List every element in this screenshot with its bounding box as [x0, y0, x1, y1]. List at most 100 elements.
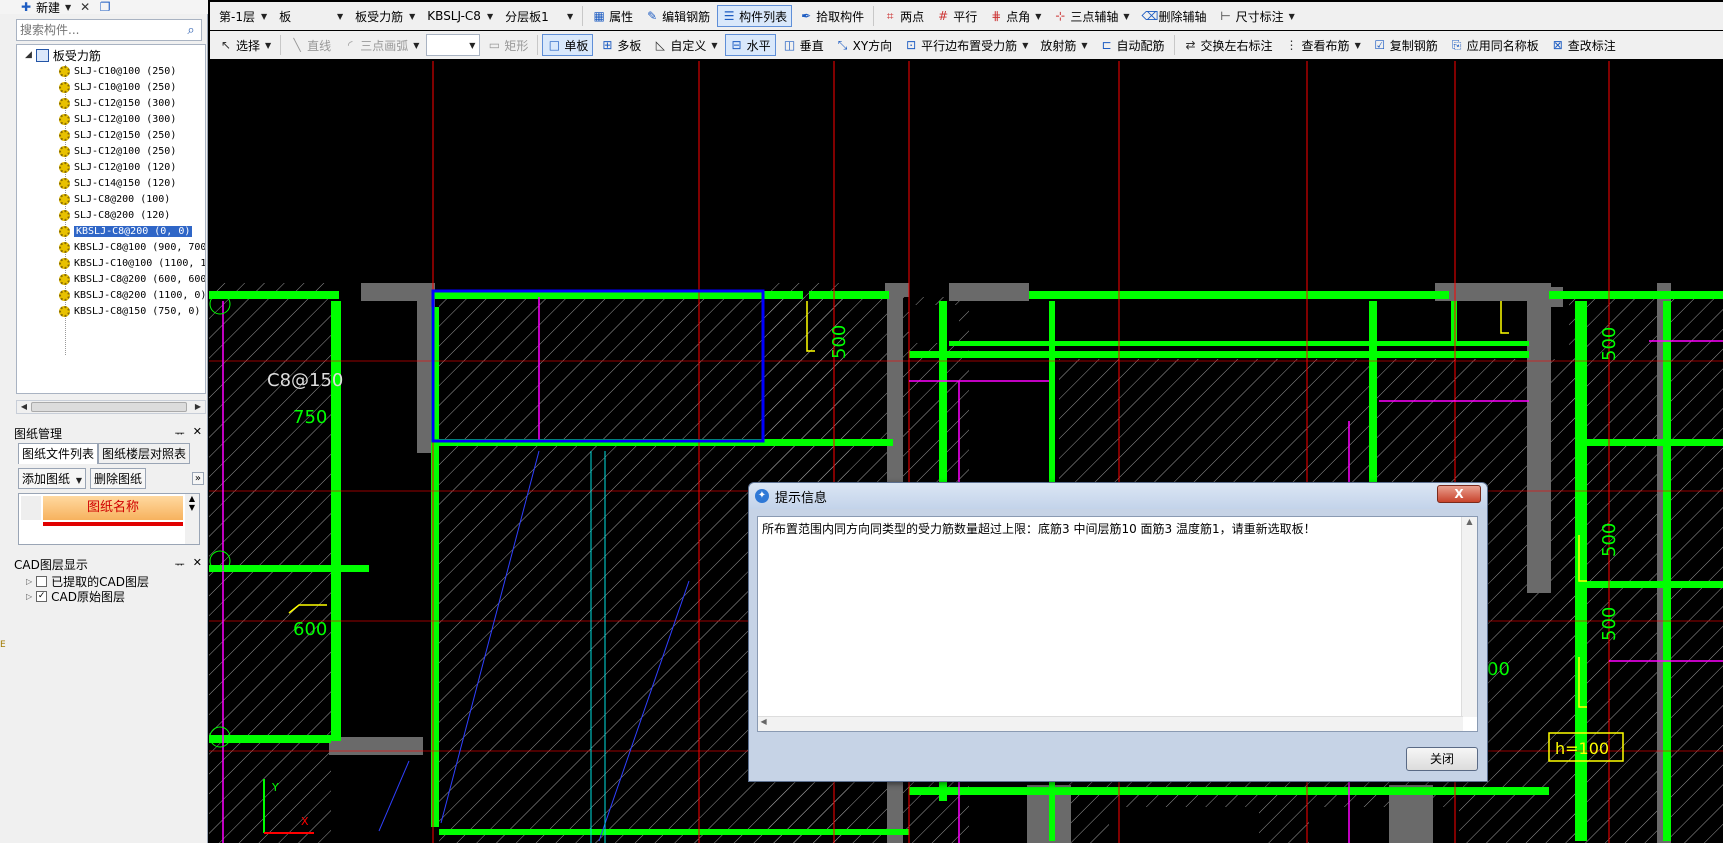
cad-layer-item[interactable]: ▷ ✓ CAD原始图层 — [26, 589, 149, 604]
table-scrollbar[interactable]: ▲ ▼ — [185, 494, 199, 544]
cad-panel-title-text: CAD图层显示 — [14, 557, 88, 572]
tab-floor-mapping[interactable]: 图纸楼层对照表 — [98, 443, 191, 464]
expand-icon[interactable]: ▷ — [26, 592, 32, 601]
edge-marker: E — [0, 640, 6, 650]
search-input[interactable] — [17, 21, 181, 39]
search-icon[interactable]: ⌕ — [181, 23, 201, 38]
dimension-button[interactable]: ⊢ 尺寸标注 ▼ — [1214, 5, 1300, 27]
chevron-down-icon: ▼ — [566, 11, 574, 21]
cad-panel-title: CAD图层显示 ᅲ ✕ — [14, 556, 206, 572]
layer-select[interactable]: 分层板1 ▼ — [500, 5, 578, 27]
close-icon[interactable]: ✕ — [193, 425, 202, 441]
parallel-edge-button[interactable]: ⊡ 平行边布置受力筋 ▼ — [899, 34, 1033, 56]
cad-layer-item[interactable]: ▷ 已提取的CAD图层 — [26, 574, 149, 589]
gear-icon — [59, 225, 70, 237]
swap-labels-button[interactable]: ⇄ 交换左右标注 — [1179, 34, 1278, 56]
multi-slab-icon: ⊞ — [602, 38, 613, 52]
pin-icon[interactable]: ᅲ — [175, 425, 185, 441]
message-horizontal-scrollbar[interactable]: ◀ — [758, 716, 1463, 731]
pick-component-button[interactable]: ✒ 拾取构件 — [794, 5, 869, 27]
select-button[interactable]: ↖ 选择 ▼ — [214, 34, 276, 56]
collapse-icon[interactable]: ◢ — [25, 50, 32, 60]
tree-root[interactable]: ◢ 板受力筋 — [25, 47, 101, 63]
tree-item[interactable]: SLJ-C8@200 (100) — [59, 191, 205, 207]
delete-drawing-button[interactable]: 删除图纸 — [90, 467, 147, 489]
component-type-select[interactable]: 板受力筋 ▼ — [350, 5, 420, 27]
tree-item[interactable]: SLJ-C10@100 (250) — [59, 63, 205, 79]
custom-button[interactable]: ◺ 自定义 ▼ — [648, 34, 722, 56]
radial-rebar-button[interactable]: 放射筋 ▼ — [1035, 34, 1092, 56]
tree-item[interactable]: KBSLJ-C8@200 (600, 600) — [59, 271, 205, 287]
component-select[interactable]: KBSLJ-C8 ▼ — [422, 5, 498, 27]
properties-button[interactable]: ▦ 属性 — [587, 5, 638, 27]
chevron-down-icon: ▼ — [1035, 11, 1042, 21]
tree-item[interactable]: KBSLJ-C8@200 (1100, 0) — [59, 287, 205, 303]
chevron-down-icon: ▼ — [413, 40, 420, 50]
tree-items: SLJ-C10@100 (250) SLJ-C10@100 (250) SLJ-C1… — [59, 63, 205, 319]
tree-item[interactable]: SLJ-C12@150 (300) — [59, 95, 205, 111]
tree-item[interactable]: SLJ-C12@100 (250) — [59, 143, 205, 159]
floor-select[interactable]: 第-1层 ▼ — [214, 5, 272, 27]
tree-item[interactable]: SLJ-C8@200 (120) — [59, 207, 205, 223]
thickness-label: h=100 — [1555, 739, 1609, 758]
copy-rebar-button[interactable]: ☑ 复制钢筋 — [1368, 34, 1443, 56]
tree-item[interactable]: KBSLJ-C8@150 (750, 0) — [59, 303, 205, 319]
arc-button[interactable]: ◜ 三点画弧 ▼ — [338, 34, 424, 56]
scroll-right-icon[interactable]: ▶ — [192, 401, 204, 413]
layer-checkbox[interactable] — [36, 576, 48, 587]
parallel-axis-button[interactable]: # 平行 — [931, 5, 982, 27]
auto-rebar-button[interactable]: ⊏ 自动配筋 — [1095, 34, 1170, 56]
more-icon[interactable]: » — [191, 471, 204, 485]
close-button[interactable]: 关闭 — [1406, 747, 1478, 771]
tree-item[interactable]: KBSLJ-C10@100 (1100, 11 — [59, 255, 205, 271]
dialog-message: 所布置范围内同方向同类型的受力筋数量超过上限：底筋3 中间层筋10 面筋3 温度… — [762, 522, 1316, 536]
scroll-thumb[interactable] — [31, 402, 187, 412]
copy-icon[interactable]: ❐ — [98, 0, 112, 14]
tree-item[interactable]: SLJ-C14@150 (120) — [59, 175, 205, 191]
scroll-left-icon[interactable]: ◀ — [18, 401, 30, 413]
category-select[interactable]: 板 ▼ — [274, 5, 348, 27]
column-header-name[interactable]: 图纸名称 — [43, 496, 183, 520]
tab-drawing-files[interactable]: 图纸文件列表 — [18, 443, 99, 464]
edit-rebar-button[interactable]: ✎ 编辑钢筋 — [640, 5, 715, 27]
tree-item[interactable]: SLJ-C12@150 (250) — [59, 127, 205, 143]
multi-slab-button[interactable]: ⊞ 多板 — [595, 34, 646, 56]
line-button[interactable]: ╲ 直线 — [285, 34, 336, 56]
message-vertical-scrollbar[interactable]: ▲ — [1461, 517, 1477, 717]
component-list-button[interactable]: ☰ 构件列表 — [717, 5, 793, 27]
tree-item[interactable]: SLJ-C10@100 (250) — [59, 79, 205, 95]
close-icon[interactable]: ✕ — [193, 556, 202, 572]
expand-icon[interactable]: ▷ — [26, 577, 32, 586]
rebar-spec-label: C8@150 — [267, 370, 343, 391]
view-rebar-button[interactable]: ⋮ 查看布筋 ▼ — [1280, 34, 1366, 56]
pin-icon[interactable]: ᅲ — [175, 556, 185, 572]
dialog-titlebar[interactable]: ✦ 提示信息 X — [749, 483, 1487, 509]
add-drawing-button[interactable]: 添加图纸 ▼ — [18, 467, 86, 489]
point-angle-button[interactable]: ⋕ 点角 ▼ — [984, 5, 1046, 27]
xy-direction-button[interactable]: ⤡ XY方向 — [831, 34, 898, 56]
two-point-axis-button[interactable]: ⌗ 两点 — [878, 5, 929, 27]
tree-item[interactable]: KBSLJ-C8@100 (900, 700) — [59, 239, 205, 255]
apply-same-name-button[interactable]: ⎘ 应用同名称板 — [1445, 34, 1544, 56]
tree-item[interactable]: SLJ-C12@100 (300) — [59, 111, 205, 127]
three-point-axis-button[interactable]: ⊹ 三点辅轴 ▼ — [1048, 5, 1134, 27]
arc-param-select[interactable]: ▼ — [426, 34, 481, 56]
single-slab-button[interactable]: □ 单板 — [542, 34, 594, 56]
delete-axis-button[interactable]: ⌫ 删除辅轴 — [1137, 5, 1212, 27]
message-box[interactable]: 所布置范围内同方向同类型的受力筋数量超过上限：底筋3 中间层筋10 面筋3 温度… — [757, 516, 1478, 732]
horizontal-button[interactable]: ⊟ 水平 — [724, 34, 776, 56]
layer-checkbox[interactable]: ✓ — [36, 591, 48, 602]
tree-item[interactable]: SLJ-C12@100 (120) — [59, 159, 205, 175]
table-row[interactable] — [43, 522, 183, 526]
delete-icon[interactable]: ✕ — [78, 0, 92, 14]
main-toolbar: 第-1层 ▼ 板 ▼ 板受力筋 ▼ KBSLJ-C8 ▼ 分层板1 ▼ ▦ 属性 ✎ 编辑钢筋… — [210, 2, 1723, 30]
tree-horizontal-scrollbar[interactable]: ◀ ▶ — [16, 400, 206, 414]
vertical-button[interactable]: ◫ 垂直 — [778, 34, 829, 56]
edit-labels-button[interactable]: ⊠ 查改标注 — [1546, 34, 1621, 56]
search-box: ⌕ — [16, 19, 202, 41]
dialog-close-x-button[interactable]: X — [1437, 485, 1481, 503]
drawing-table: 图纸名称 ▲ ▼ — [18, 493, 200, 545]
rectangle-button[interactable]: ▭ 矩形 — [482, 34, 533, 56]
new-button[interactable]: ✚ 新建 ▼ — [18, 0, 72, 15]
tree-item[interactable]: KBSLJ-C8@200 (0, 0) — [59, 223, 205, 239]
